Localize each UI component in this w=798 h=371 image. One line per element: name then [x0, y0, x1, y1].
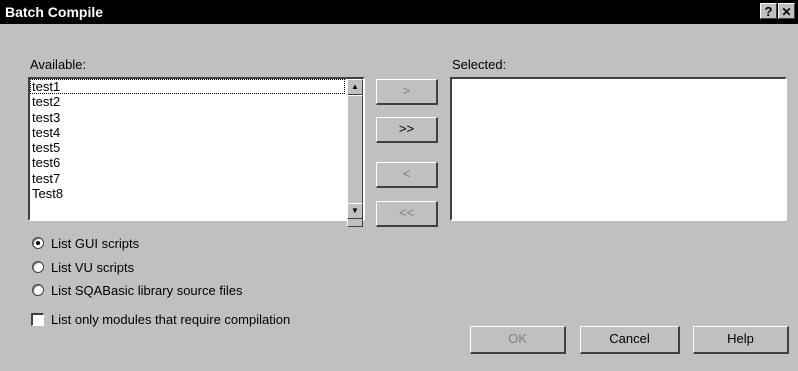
list-item[interactable]: test1	[30, 79, 345, 95]
vertical-scrollbar[interactable]: ▲ ▼	[347, 79, 363, 227]
cancel-button[interactable]: Cancel	[580, 326, 680, 354]
add-button[interactable]: >	[376, 79, 438, 105]
radio-vu-scripts-label[interactable]: List VU scripts	[51, 260, 134, 275]
close-icon[interactable]: ✕	[778, 3, 795, 19]
window-title: Batch Compile	[5, 4, 104, 20]
list-item[interactable]: test6	[30, 155, 345, 170]
list-item[interactable]: test5	[30, 140, 345, 155]
selected-label: Selected:	[452, 57, 507, 72]
selected-listbox[interactable]	[450, 77, 787, 221]
list-item[interactable]: Test8	[30, 186, 345, 201]
list-item[interactable]: test2	[30, 94, 345, 109]
list-item[interactable]: test7	[30, 171, 345, 186]
help-button[interactable]: Help	[693, 326, 789, 354]
radio-dot	[36, 241, 40, 245]
batch-compile-dialog: Batch Compile ? ✕ Available: test1 test2…	[0, 0, 798, 371]
ok-button[interactable]: OK	[470, 326, 566, 354]
radio-sqabasic-files-label[interactable]: List SQABasic library source files	[51, 283, 242, 298]
available-items: test1 test2 test3 test4 test5 test6 test…	[30, 79, 345, 201]
available-listbox[interactable]: test1 test2 test3 test4 test5 test6 test…	[28, 77, 365, 227]
title-bar[interactable]: Batch Compile ? ✕	[0, 0, 798, 24]
only-modules-checkbox[interactable]	[31, 313, 44, 326]
scroll-up-icon[interactable]: ▲	[347, 79, 363, 95]
radio-gui-scripts-label[interactable]: List GUI scripts	[51, 236, 139, 251]
remove-all-button[interactable]: <<	[376, 201, 438, 227]
list-item[interactable]: test3	[30, 110, 345, 125]
radio-vu-scripts[interactable]	[32, 261, 44, 273]
radio-sqabasic-files[interactable]	[32, 284, 44, 296]
available-label: Available:	[30, 57, 87, 72]
remove-button[interactable]: <	[376, 162, 438, 188]
radio-gui-scripts[interactable]	[32, 237, 44, 249]
help-icon[interactable]: ?	[760, 3, 777, 19]
only-modules-label[interactable]: List only modules that require compilati…	[51, 312, 290, 327]
add-all-button[interactable]: >>	[376, 117, 438, 143]
list-item[interactable]: test4	[30, 125, 345, 140]
scroll-down-icon[interactable]: ▼	[347, 203, 363, 219]
